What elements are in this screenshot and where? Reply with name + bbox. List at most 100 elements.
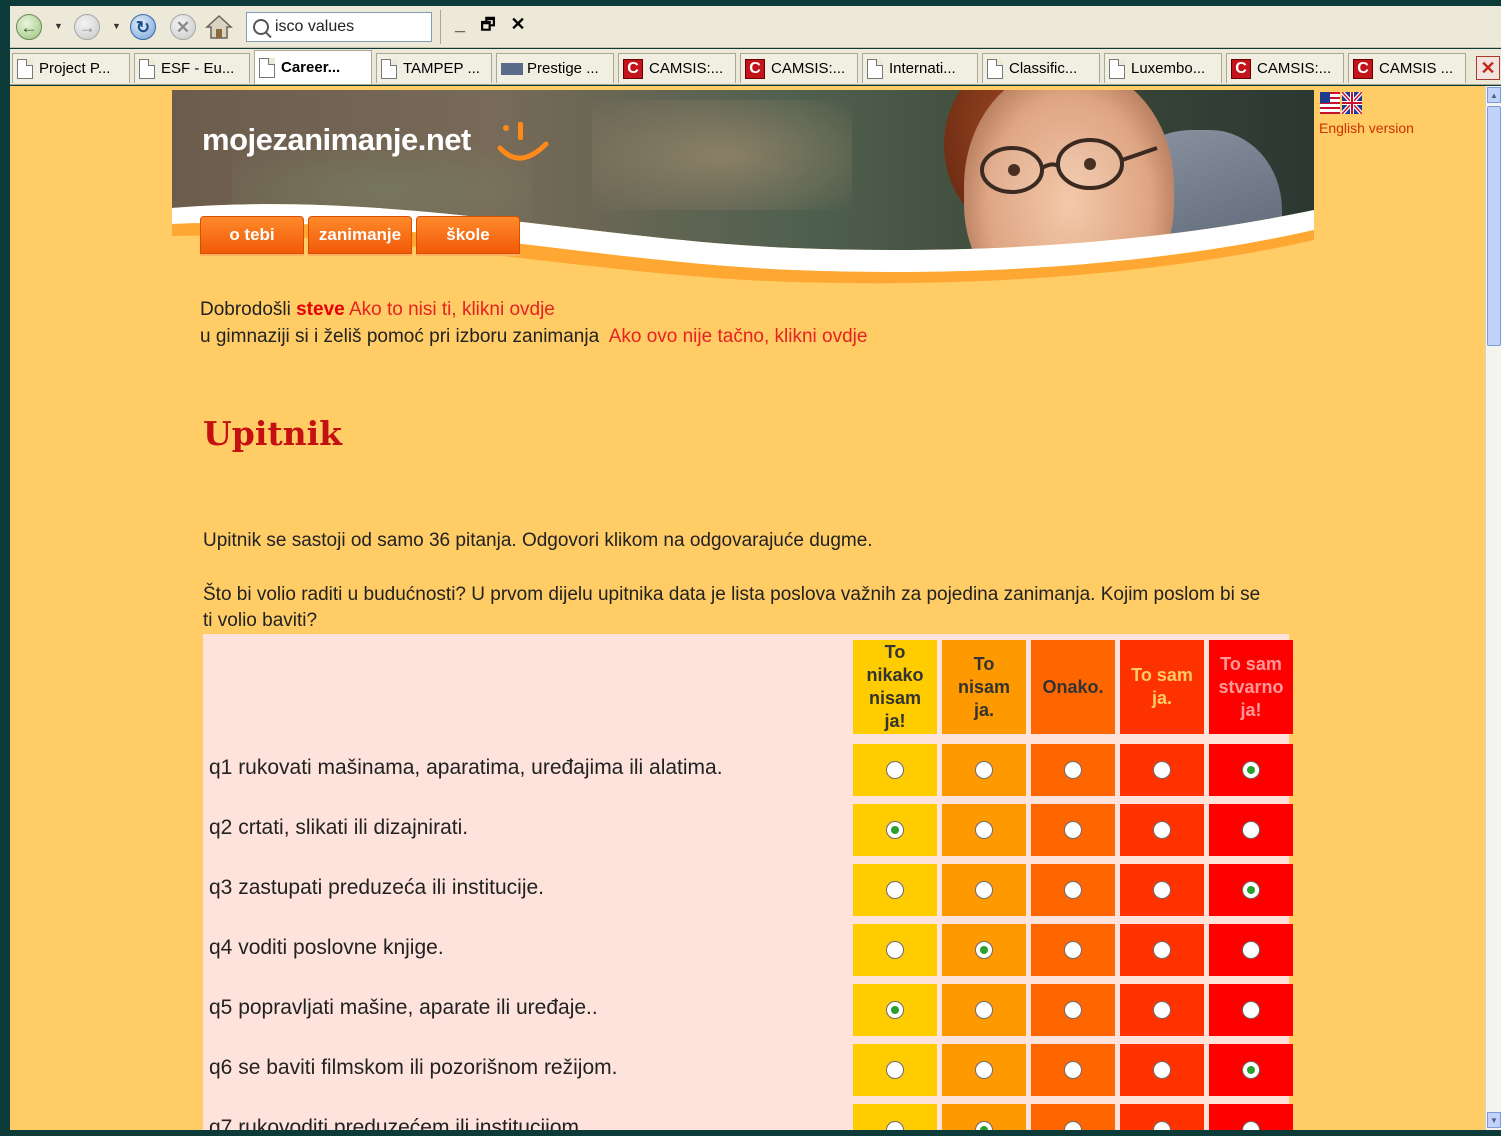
answer-cell[interactable]: [1209, 984, 1293, 1036]
radio-button[interactable]: [1153, 1121, 1171, 1130]
radio-button-selected[interactable]: [975, 941, 993, 959]
answer-cell[interactable]: [1031, 804, 1115, 856]
answer-cell[interactable]: [1120, 1044, 1204, 1096]
radio-button[interactable]: [886, 1061, 904, 1079]
close-window-button[interactable]: ✕: [506, 14, 530, 35]
tab[interactable]: C CAMSIS:...: [740, 53, 858, 83]
close-tab-button[interactable]: ✕: [1476, 56, 1500, 80]
answer-cell[interactable]: [942, 924, 1026, 976]
answer-cell[interactable]: [1031, 924, 1115, 976]
back-history-dropdown-icon[interactable]: ▼: [54, 21, 63, 31]
radio-button[interactable]: [886, 1121, 904, 1130]
scroll-thumb[interactable]: [1487, 106, 1501, 346]
answer-cell[interactable]: [853, 804, 937, 856]
radio-button[interactable]: [1153, 1061, 1171, 1079]
radio-button[interactable]: [1242, 1001, 1260, 1019]
answer-cell[interactable]: [942, 1104, 1026, 1130]
answer-cell[interactable]: [1120, 924, 1204, 976]
tab[interactable]: C CAMSIS:...: [1226, 53, 1344, 83]
tab[interactable]: C CAMSIS ...: [1348, 53, 1466, 83]
radio-button[interactable]: [975, 761, 993, 779]
radio-button[interactable]: [1064, 821, 1082, 839]
answer-cell[interactable]: [1120, 984, 1204, 1036]
radio-button[interactable]: [1242, 1121, 1260, 1130]
answer-cell[interactable]: [1120, 864, 1204, 916]
tab-active[interactable]: Career...: [254, 50, 372, 84]
radio-button[interactable]: [1153, 761, 1171, 779]
radio-button[interactable]: [1064, 761, 1082, 779]
vertical-scrollbar[interactable]: ▲ ▼: [1485, 86, 1501, 1130]
minimize-button[interactable]: _: [448, 14, 472, 35]
radio-button[interactable]: [1153, 941, 1171, 959]
radio-button-selected[interactable]: [975, 1121, 993, 1130]
answer-cell[interactable]: [1031, 744, 1115, 796]
radio-button-selected[interactable]: [1242, 881, 1260, 899]
answer-cell[interactable]: [853, 744, 937, 796]
radio-button[interactable]: [1064, 1001, 1082, 1019]
radio-button[interactable]: [975, 1061, 993, 1079]
answer-cell[interactable]: [1031, 864, 1115, 916]
answer-cell[interactable]: [1209, 1104, 1293, 1130]
answer-cell[interactable]: [853, 1104, 937, 1130]
radio-button-selected[interactable]: [886, 821, 904, 839]
answer-cell[interactable]: [1120, 804, 1204, 856]
back-button[interactable]: ←: [14, 12, 44, 42]
uk-flag-icon[interactable]: [1320, 92, 1362, 114]
radio-button[interactable]: [975, 881, 993, 899]
reload-button[interactable]: ↻: [128, 12, 158, 42]
site-logo[interactable]: mojezanimanje.net: [202, 122, 471, 158]
radio-button[interactable]: [975, 821, 993, 839]
tab[interactable]: ESF - Eu...: [134, 53, 250, 83]
answer-cell[interactable]: [942, 864, 1026, 916]
answer-cell[interactable]: [1209, 1044, 1293, 1096]
restore-button[interactable]: 🗗: [476, 14, 500, 41]
search-field[interactable]: [246, 12, 432, 42]
nav-o-tebi[interactable]: o tebi: [200, 216, 304, 254]
radio-button[interactable]: [975, 1001, 993, 1019]
radio-button-selected[interactable]: [1242, 761, 1260, 779]
radio-button[interactable]: [1242, 941, 1260, 959]
answer-cell[interactable]: [1031, 1044, 1115, 1096]
search-input[interactable]: [275, 18, 415, 36]
radio-button[interactable]: [1064, 1121, 1082, 1130]
answer-cell[interactable]: [1209, 864, 1293, 916]
scroll-down-icon[interactable]: ▼: [1487, 1112, 1501, 1128]
tab[interactable]: Luxembo...: [1104, 53, 1222, 83]
answer-cell[interactable]: [853, 924, 937, 976]
answer-cell[interactable]: [1209, 804, 1293, 856]
radio-button[interactable]: [1153, 821, 1171, 839]
answer-cell[interactable]: [1031, 984, 1115, 1036]
tab[interactable]: Prestige ...: [496, 53, 614, 83]
answer-cell[interactable]: [1209, 924, 1293, 976]
radio-button[interactable]: [886, 881, 904, 899]
answer-cell[interactable]: [1209, 744, 1293, 796]
answer-cell[interactable]: [1031, 1104, 1115, 1130]
answer-cell[interactable]: [853, 984, 937, 1036]
radio-button[interactable]: [886, 941, 904, 959]
answer-cell[interactable]: [942, 1044, 1026, 1096]
radio-button[interactable]: [1064, 1061, 1082, 1079]
answer-cell[interactable]: [1120, 1104, 1204, 1130]
answer-cell[interactable]: [942, 804, 1026, 856]
nav-zanimanje[interactable]: zanimanje: [308, 216, 412, 254]
answer-cell[interactable]: [942, 744, 1026, 796]
radio-button[interactable]: [1064, 881, 1082, 899]
forward-history-dropdown-icon[interactable]: ▼: [112, 21, 121, 31]
tab[interactable]: TAMPEP ...: [376, 53, 492, 83]
english-version-link[interactable]: English version: [1319, 120, 1414, 136]
home-button[interactable]: [204, 12, 234, 42]
not-you-link[interactable]: Ako to nisi ti, klikni ovdje: [349, 299, 555, 320]
radio-button[interactable]: [1153, 1001, 1171, 1019]
tab[interactable]: C CAMSIS:...: [618, 53, 736, 83]
answer-cell[interactable]: [1120, 744, 1204, 796]
radio-button[interactable]: [1064, 941, 1082, 959]
tab[interactable]: Project P...: [12, 53, 130, 83]
answer-cell[interactable]: [942, 984, 1026, 1036]
nav-skole[interactable]: škole: [416, 216, 520, 254]
scroll-up-icon[interactable]: ▲: [1487, 87, 1501, 103]
not-correct-link[interactable]: Ako ovo nije tačno, klikni ovdje: [609, 326, 868, 347]
forward-button[interactable]: →: [72, 12, 102, 42]
radio-button[interactable]: [1153, 881, 1171, 899]
radio-button[interactable]: [1242, 821, 1260, 839]
stop-button[interactable]: ✕: [168, 12, 198, 42]
